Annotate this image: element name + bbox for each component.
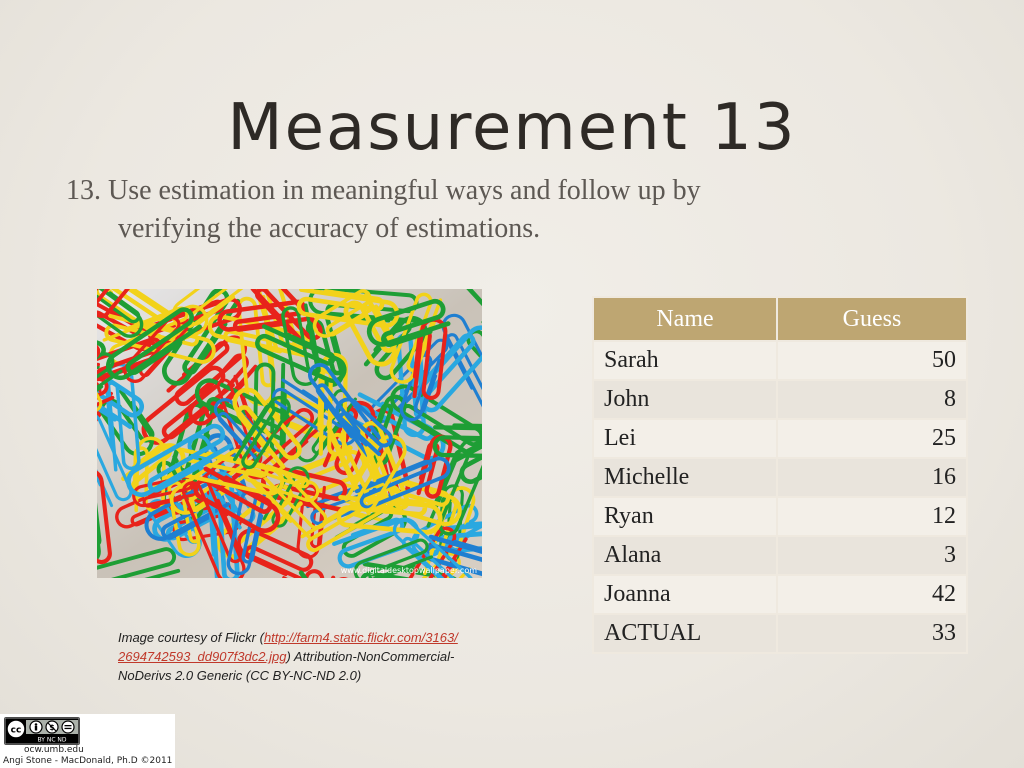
table-row: Ryan 12	[592, 496, 968, 537]
guess-table: Name Guess Sarah 50 John 8 Lei 25 Michelle 1…	[592, 296, 968, 654]
paper-clips-photo: www.digitaldesktopwallpaper.com	[97, 289, 482, 578]
slide-title: Measurement 13	[227, 91, 797, 165]
cell-name: Michelle	[592, 457, 778, 498]
table-row: Sarah 50	[592, 340, 968, 381]
cell-guess: 8	[776, 379, 968, 420]
photo-watermark: www.digitaldesktopwallpaper.com	[341, 566, 477, 575]
table-row: Alana 3	[592, 535, 968, 576]
cell-guess: 16	[776, 457, 968, 498]
cell-name: Ryan	[592, 496, 778, 537]
cell-guess: 25	[776, 418, 968, 459]
header-guess: Guess	[776, 296, 968, 342]
objective-line-1: 13. Use estimation in meaningful ways an…	[66, 175, 701, 206]
cell-guess: 3	[776, 535, 968, 576]
svg-text:cc: cc	[11, 726, 22, 736]
cell-guess: 12	[776, 496, 968, 537]
license-block: cc $ BY NC ND ocw.umb.edu Angi Stone - M…	[0, 714, 175, 768]
table-row: ACTUAL 33	[592, 613, 968, 654]
cell-name: Joanna	[592, 574, 778, 615]
cc-badge-text: BY NC ND	[37, 737, 66, 744]
table-row: John 8	[592, 379, 968, 420]
image-credit: Image courtesy of Flickr (http://farm4.s…	[118, 628, 463, 685]
license-site: ocw.umb.edu	[24, 745, 84, 755]
objective-text: 13. Use estimation in meaningful ways an…	[66, 172, 886, 248]
cell-name: Lei	[592, 418, 778, 459]
header-name: Name	[592, 296, 778, 342]
credit-prefix: Image courtesy of Flickr (	[118, 630, 264, 645]
cc-license-icon[interactable]: cc $ BY NC ND	[4, 717, 80, 745]
slide: Measurement 13 13. Use estimation in mea…	[0, 0, 1024, 768]
cell-name: Alana	[592, 535, 778, 576]
paper-clips-illustration: www.digitaldesktopwallpaper.com	[97, 289, 482, 578]
objective-line-2: verifying the accuracy of estimations.	[118, 213, 541, 244]
cell-guess: 33	[776, 613, 968, 654]
table-row: Joanna 42	[592, 574, 968, 615]
cell-guess: 42	[776, 574, 968, 615]
table-row: Lei 25	[592, 418, 968, 459]
license-author: Angi Stone - MacDonald, Ph.D ©2011	[3, 756, 173, 766]
cell-name: ACTUAL	[592, 613, 778, 654]
table-row: Michelle 16	[592, 457, 968, 498]
cell-name: John	[592, 379, 778, 420]
cell-guess: 50	[776, 340, 968, 381]
table-header-row: Name Guess	[592, 296, 968, 342]
cell-name: Sarah	[592, 340, 778, 381]
